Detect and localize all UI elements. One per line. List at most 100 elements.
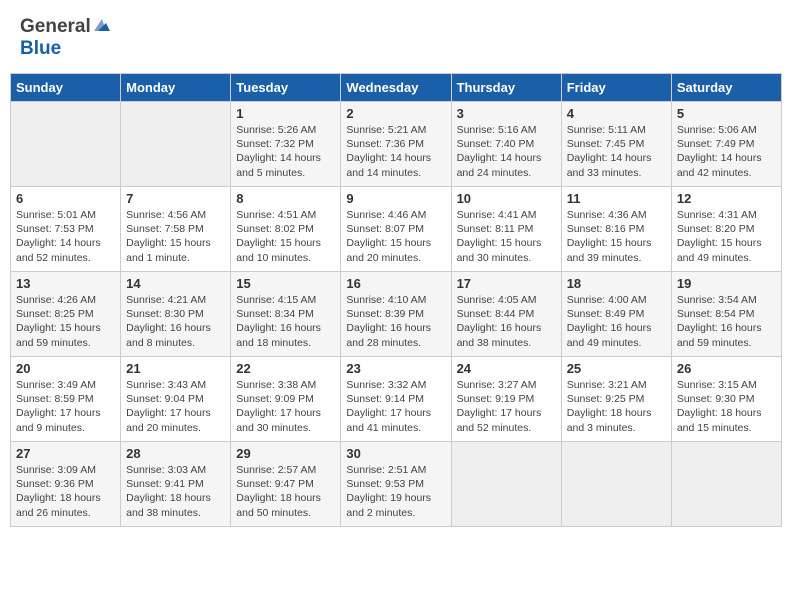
day-number: 1 bbox=[236, 106, 335, 121]
day-info: Sunrise: 4:51 AM Sunset: 8:02 PM Dayligh… bbox=[236, 208, 335, 265]
calendar-cell: 16Sunrise: 4:10 AM Sunset: 8:39 PM Dayli… bbox=[341, 272, 451, 357]
day-of-week-header: Sunday bbox=[11, 74, 121, 102]
day-number: 8 bbox=[236, 191, 335, 206]
calendar-cell: 12 Sunrise: 4:31 AM Sunset: 8:20 PM Dayli… bbox=[671, 187, 781, 272]
calendar-cell: 28 Sunrise: 3:03 AM Sunset: 9:41 PM Dayli… bbox=[121, 442, 231, 527]
day-info: Sunrise: 2:51 AM Sunset: 9:53 PM Dayligh… bbox=[346, 463, 445, 520]
day-number: 25 bbox=[567, 361, 666, 376]
logo-general-text: General bbox=[20, 16, 91, 38]
day-number: 21 bbox=[126, 361, 225, 376]
day-number: 19 bbox=[677, 276, 776, 291]
day-of-week-header: Monday bbox=[121, 74, 231, 102]
day-info: Sunrise: 3:09 AM Sunset: 9:36 PM Dayligh… bbox=[16, 463, 115, 520]
calendar-cell: 21 Sunrise: 3:43 AM Sunset: 9:04 PM Dayli… bbox=[121, 357, 231, 442]
calendar-cell: 27Sunrise: 3:09 AM Sunset: 9:36 PM Dayli… bbox=[11, 442, 121, 527]
day-number: 18 bbox=[567, 276, 666, 291]
day-number: 12 bbox=[677, 191, 776, 206]
calendar-table: SundayMondayTuesdayWednesdayThursdayFrid… bbox=[10, 73, 782, 527]
day-number: 26 bbox=[677, 361, 776, 376]
header: General Blue bbox=[10, 10, 782, 65]
day-number: 29 bbox=[236, 446, 335, 461]
logo-blue-text: Blue bbox=[20, 38, 61, 59]
day-number: 28 bbox=[126, 446, 225, 461]
day-info: Sunrise: 3:15 AM Sunset: 9:30 PM Dayligh… bbox=[677, 378, 776, 435]
day-info: Sunrise: 4:46 AM Sunset: 8:07 PM Dayligh… bbox=[346, 208, 445, 265]
day-number: 9 bbox=[346, 191, 445, 206]
day-info: Sunrise: 3:03 AM Sunset: 9:41 PM Dayligh… bbox=[126, 463, 225, 520]
calendar-cell: 19 Sunrise: 3:54 AM Sunset: 8:54 PM Dayli… bbox=[671, 272, 781, 357]
day-info: Sunrise: 5:01 AM Sunset: 7:53 PM Dayligh… bbox=[16, 208, 115, 265]
day-info: Sunrise: 3:21 AM Sunset: 9:25 PM Dayligh… bbox=[567, 378, 666, 435]
day-info: Sunrise: 3:27 AM Sunset: 9:19 PM Dayligh… bbox=[457, 378, 556, 435]
day-number: 2 bbox=[346, 106, 445, 121]
day-number: 30 bbox=[346, 446, 445, 461]
day-number: 6 bbox=[16, 191, 115, 206]
day-number: 3 bbox=[457, 106, 556, 121]
day-info: Sunrise: 4:10 AM Sunset: 8:39 PM Dayligh… bbox=[346, 293, 445, 350]
calendar-cell: 8 Sunrise: 4:51 AM Sunset: 8:02 PM Daylig… bbox=[231, 187, 341, 272]
day-number: 15 bbox=[236, 276, 335, 291]
calendar-cell bbox=[11, 102, 121, 187]
calendar-cell: 15 Sunrise: 4:15 AM Sunset: 8:34 PM Dayli… bbox=[231, 272, 341, 357]
day-of-week-header: Thursday bbox=[451, 74, 561, 102]
calendar-cell: 29 Sunrise: 2:57 AM Sunset: 9:47 PM Dayli… bbox=[231, 442, 341, 527]
calendar-cell: 30 Sunrise: 2:51 AM Sunset: 9:53 PM Dayli… bbox=[341, 442, 451, 527]
day-info: Sunrise: 5:06 AM Sunset: 7:49 PM Dayligh… bbox=[677, 123, 776, 180]
calendar-cell: 10 Sunrise: 4:41 AM Sunset: 8:11 PM Dayli… bbox=[451, 187, 561, 272]
calendar-cell: 1 Sunrise: 5:26 AM Sunset: 7:32 PM Daylig… bbox=[231, 102, 341, 187]
day-info: Sunrise: 4:21 AM Sunset: 8:30 PM Dayligh… bbox=[126, 293, 225, 350]
day-number: 7 bbox=[126, 191, 225, 206]
calendar-cell: 23 Sunrise: 3:32 AM Sunset: 9:14 PM Dayli… bbox=[341, 357, 451, 442]
day-number: 20 bbox=[16, 361, 115, 376]
day-info: Sunrise: 3:43 AM Sunset: 9:04 PM Dayligh… bbox=[126, 378, 225, 435]
day-info: Sunrise: 3:38 AM Sunset: 9:09 PM Dayligh… bbox=[236, 378, 335, 435]
calendar-week-row: 13 Sunrise: 4:26 AM Sunset: 8:25 PM Dayli… bbox=[11, 272, 782, 357]
calendar-cell bbox=[671, 442, 781, 527]
day-info: Sunrise: 5:21 AM Sunset: 7:36 PM Dayligh… bbox=[346, 123, 445, 180]
calendar-cell: 11 Sunrise: 4:36 AM Sunset: 8:16 PM Dayli… bbox=[561, 187, 671, 272]
day-info: Sunrise: 4:31 AM Sunset: 8:20 PM Dayligh… bbox=[677, 208, 776, 265]
day-info: Sunrise: 5:16 AM Sunset: 7:40 PM Dayligh… bbox=[457, 123, 556, 180]
day-of-week-header: Tuesday bbox=[231, 74, 341, 102]
calendar-cell: 5Sunrise: 5:06 AM Sunset: 7:49 PM Daylig… bbox=[671, 102, 781, 187]
calendar-week-row: 6 Sunrise: 5:01 AM Sunset: 7:53 PM Daylig… bbox=[11, 187, 782, 272]
calendar-cell bbox=[561, 442, 671, 527]
day-number: 24 bbox=[457, 361, 556, 376]
logo-arrow-icon bbox=[93, 15, 111, 38]
day-number: 23 bbox=[346, 361, 445, 376]
calendar-cell bbox=[121, 102, 231, 187]
day-info: Sunrise: 5:26 AM Sunset: 7:32 PM Dayligh… bbox=[236, 123, 335, 180]
day-number: 11 bbox=[567, 191, 666, 206]
day-info: Sunrise: 4:00 AM Sunset: 8:49 PM Dayligh… bbox=[567, 293, 666, 350]
day-number: 22 bbox=[236, 361, 335, 376]
calendar-week-row: 27Sunrise: 3:09 AM Sunset: 9:36 PM Dayli… bbox=[11, 442, 782, 527]
calendar-cell: 13 Sunrise: 4:26 AM Sunset: 8:25 PM Dayli… bbox=[11, 272, 121, 357]
day-number: 10 bbox=[457, 191, 556, 206]
day-info: Sunrise: 3:32 AM Sunset: 9:14 PM Dayligh… bbox=[346, 378, 445, 435]
day-info: Sunrise: 3:54 AM Sunset: 8:54 PM Dayligh… bbox=[677, 293, 776, 350]
calendar-cell: 6 Sunrise: 5:01 AM Sunset: 7:53 PM Daylig… bbox=[11, 187, 121, 272]
calendar-cell: 24 Sunrise: 3:27 AM Sunset: 9:19 PM Dayli… bbox=[451, 357, 561, 442]
calendar-cell: 25 Sunrise: 3:21 AM Sunset: 9:25 PM Dayli… bbox=[561, 357, 671, 442]
day-info: Sunrise: 3:49 AM Sunset: 8:59 PM Dayligh… bbox=[16, 378, 115, 435]
day-info: Sunrise: 4:26 AM Sunset: 8:25 PM Dayligh… bbox=[16, 293, 115, 350]
day-info: Sunrise: 2:57 AM Sunset: 9:47 PM Dayligh… bbox=[236, 463, 335, 520]
calendar-cell: 26 Sunrise: 3:15 AM Sunset: 9:30 PM Dayli… bbox=[671, 357, 781, 442]
calendar-cell: 18 Sunrise: 4:00 AM Sunset: 8:49 PM Dayli… bbox=[561, 272, 671, 357]
calendar-cell: 20 Sunrise: 3:49 AM Sunset: 8:59 PM Dayli… bbox=[11, 357, 121, 442]
day-info: Sunrise: 4:05 AM Sunset: 8:44 PM Dayligh… bbox=[457, 293, 556, 350]
day-info: Sunrise: 4:56 AM Sunset: 7:58 PM Dayligh… bbox=[126, 208, 225, 265]
calendar-cell: 4 Sunrise: 5:11 AM Sunset: 7:45 PM Daylig… bbox=[561, 102, 671, 187]
day-number: 13 bbox=[16, 276, 115, 291]
day-info: Sunrise: 4:41 AM Sunset: 8:11 PM Dayligh… bbox=[457, 208, 556, 265]
day-of-week-header: Friday bbox=[561, 74, 671, 102]
day-number: 4 bbox=[567, 106, 666, 121]
calendar-header-row: SundayMondayTuesdayWednesdayThursdayFrid… bbox=[11, 74, 782, 102]
calendar-cell: 17Sunrise: 4:05 AM Sunset: 8:44 PM Dayli… bbox=[451, 272, 561, 357]
calendar-cell: 3 Sunrise: 5:16 AM Sunset: 7:40 PM Daylig… bbox=[451, 102, 561, 187]
calendar-cell: 2 Sunrise: 5:21 AM Sunset: 7:36 PM Daylig… bbox=[341, 102, 451, 187]
calendar-cell bbox=[451, 442, 561, 527]
day-info: Sunrise: 5:11 AM Sunset: 7:45 PM Dayligh… bbox=[567, 123, 666, 180]
day-info: Sunrise: 4:36 AM Sunset: 8:16 PM Dayligh… bbox=[567, 208, 666, 265]
day-info: Sunrise: 4:15 AM Sunset: 8:34 PM Dayligh… bbox=[236, 293, 335, 350]
